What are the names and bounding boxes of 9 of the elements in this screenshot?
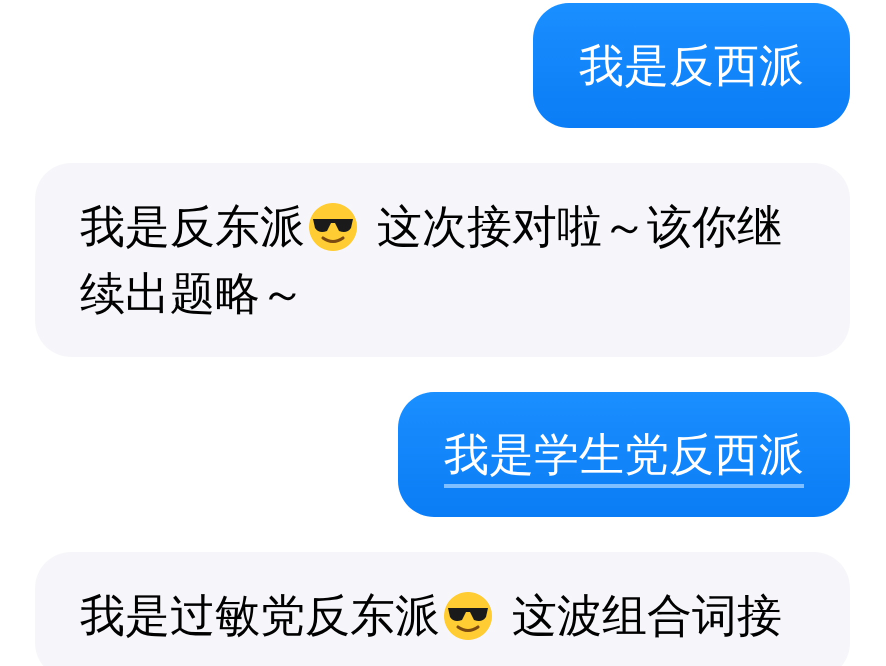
message-text: 我是反东派: [80, 199, 305, 255]
message-text: 这波组合词接: [512, 588, 782, 644]
message-text: 这次接对啦～该你继: [377, 199, 782, 255]
message-text: 我是反西派: [579, 38, 804, 94]
message-text: 我是学生党反西派: [444, 427, 804, 483]
sunglasses-emoji-icon: [307, 200, 359, 252]
sunglasses-emoji-icon: [442, 590, 494, 642]
message-text: 我是过敏党反东派: [80, 588, 440, 644]
message-text: 续出题略～: [80, 266, 305, 322]
